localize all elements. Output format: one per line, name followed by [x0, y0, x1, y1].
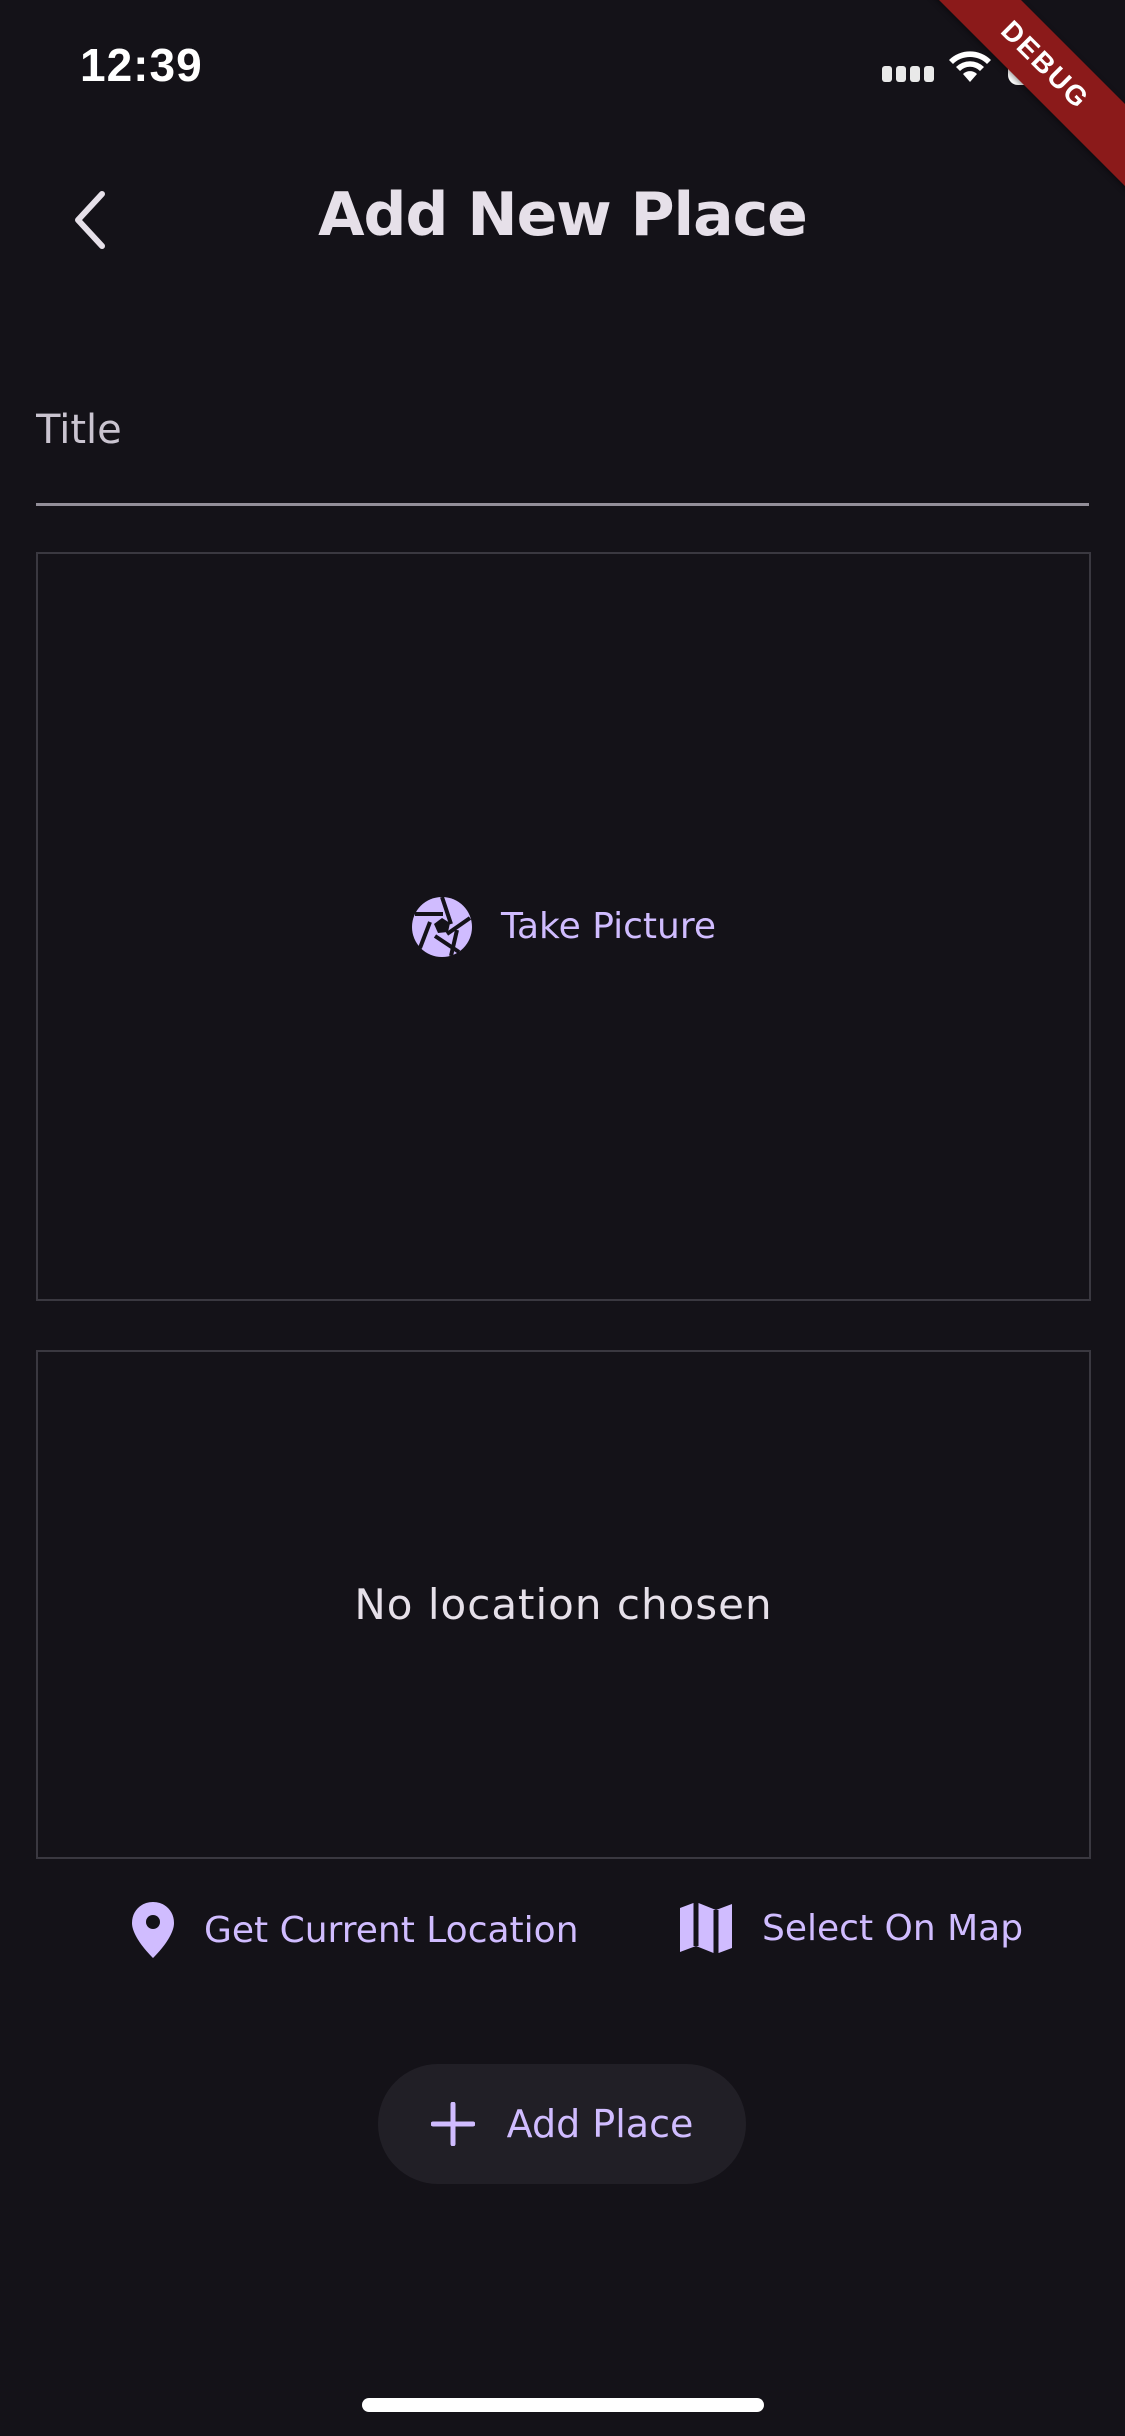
take-picture-button[interactable]: Take Picture — [411, 895, 717, 958]
image-picker-box: Take Picture — [36, 552, 1091, 1301]
camera-aperture-icon — [411, 895, 472, 957]
get-current-location-label: Get Current Location — [204, 1909, 579, 1951]
select-on-map-button[interactable]: Select On Map — [678, 1900, 1023, 1956]
location-actions: Get Current Location Select On Map — [0, 1900, 1125, 1980]
add-place-button[interactable]: Add Place — [378, 2064, 746, 2184]
no-location-text: No location chosen — [354, 1580, 773, 1629]
title-field-underline — [36, 503, 1089, 506]
select-on-map-label: Select On Map — [762, 1907, 1024, 1949]
status-bar: 12:39 96 — [0, 0, 1125, 140]
title-field[interactable] — [36, 380, 1089, 506]
map-icon — [680, 1902, 732, 1954]
title-input[interactable] — [36, 390, 1089, 470]
add-place-label: Add Place — [506, 2102, 694, 2146]
app-bar: Add New Place — [0, 160, 1125, 280]
status-time: 12:39 — [80, 39, 203, 91]
location-pin-icon — [132, 1902, 174, 1958]
plus-icon — [430, 2102, 475, 2146]
page-title: Add New Place — [318, 180, 808, 250]
cellular-signal-icon — [882, 66, 936, 82]
location-preview-box: No location chosen — [36, 1350, 1091, 1859]
home-indicator[interactable] — [362, 2398, 764, 2412]
get-current-location-button[interactable]: Get Current Location — [130, 1900, 579, 1960]
wifi-icon — [949, 51, 991, 82]
take-picture-label: Take Picture — [500, 906, 717, 947]
